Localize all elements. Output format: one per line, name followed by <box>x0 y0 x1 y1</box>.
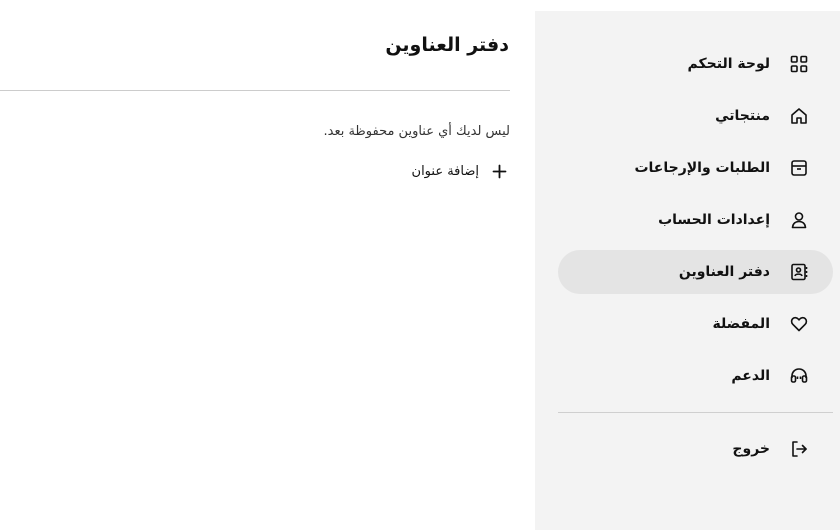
sidebar-item-dashboard[interactable]: لوحة التحكم <box>558 42 833 86</box>
title-divider <box>0 90 510 91</box>
sidebar-item-label: الطلبات والإرجاعات <box>634 160 770 176</box>
sidebar: لوحة التحكم منتجاتي الطلبات والإرجاعات إ… <box>535 11 840 530</box>
heart-icon <box>789 314 809 334</box>
headset-icon <box>789 366 809 386</box>
sidebar-item-account-settings[interactable]: إعدادات الحساب <box>558 198 833 242</box>
page: لوحة التحكم منتجاتي الطلبات والإرجاعات إ… <box>0 0 840 530</box>
sidebar-item-label: دفتر العناوين <box>678 264 770 280</box>
page-title: دفتر العناوين <box>385 34 509 56</box>
user-icon <box>789 210 809 230</box>
sidebar-item-address-book[interactable]: دفتر العناوين <box>558 250 833 294</box>
logout-icon <box>789 439 809 459</box>
sidebar-item-label: إعدادات الحساب <box>658 212 770 228</box>
sidebar-item-my-products[interactable]: منتجاتي <box>558 94 833 138</box>
empty-state-message: ليس لديك أي عناوين محفوظة بعد. <box>323 124 510 139</box>
logout-label: خروج <box>732 441 770 457</box>
sidebar-item-label: المفضلة <box>712 316 770 332</box>
logout-button[interactable]: خروج <box>558 427 833 471</box>
sidebar-item-label: الدعم <box>731 368 770 384</box>
sidebar-item-orders-returns[interactable]: الطلبات والإرجاعات <box>558 146 833 190</box>
add-address-button[interactable]: إضافة عنوان <box>397 160 507 184</box>
box-icon <box>789 158 809 178</box>
address-book-icon <box>789 262 809 282</box>
plus-icon <box>492 164 507 179</box>
sidebar-divider <box>558 412 833 413</box>
add-address-label: إضافة عنوان <box>411 164 479 179</box>
sidebar-item-favorites[interactable]: المفضلة <box>558 302 833 346</box>
sidebar-item-label: منتجاتي <box>715 108 770 124</box>
home-icon <box>789 106 809 126</box>
sidebar-item-label: لوحة التحكم <box>687 56 770 72</box>
grid-icon <box>789 54 809 74</box>
sidebar-item-support[interactable]: الدعم <box>558 354 833 398</box>
